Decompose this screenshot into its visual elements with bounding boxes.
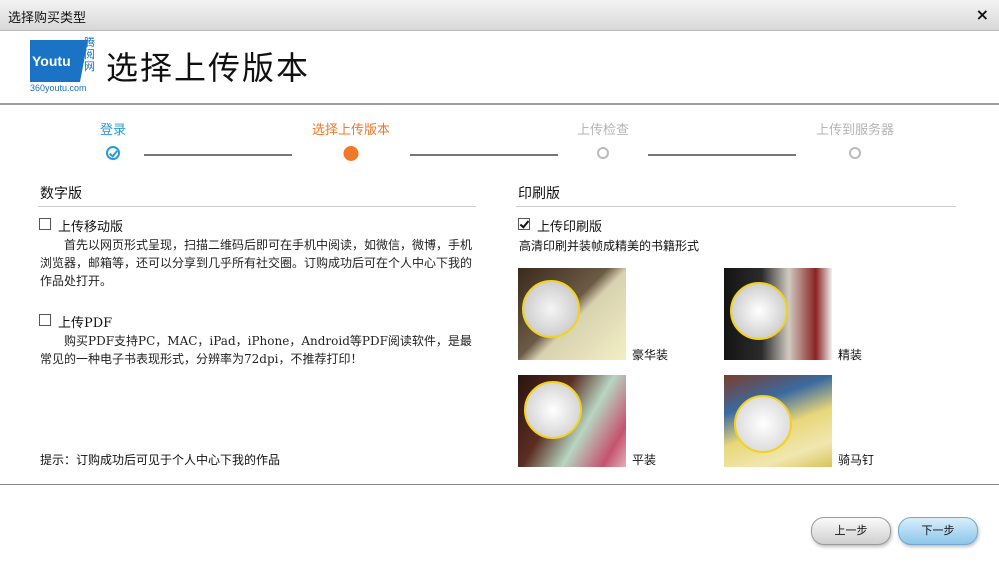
- hardcover-binding-label: 精装: [838, 348, 863, 362]
- footer-divider: [0, 484, 999, 485]
- zoom-ring: [730, 282, 788, 340]
- print-section-title: 印刷版: [518, 186, 560, 202]
- close-icon[interactable]: ×: [976, 5, 989, 24]
- step-pending-dot-icon: [597, 147, 609, 159]
- order-hint: 提示：订购成功后可见于个人中心下我的作品: [40, 453, 281, 467]
- logo-url: 360youtu.com: [30, 83, 87, 93]
- window-titlebar: 选择购买类型 ×: [0, 0, 999, 31]
- upload-mobile-checkbox[interactable]: [39, 218, 51, 230]
- page-title: 选择上传版本: [106, 49, 311, 87]
- previous-step-button[interactable]: 上一步: [811, 517, 891, 545]
- upload-pdf-checkbox[interactable]: [39, 314, 51, 326]
- print-section-divider: [516, 206, 956, 207]
- next-step-button[interactable]: 下一步: [898, 517, 978, 545]
- logo-badge: Youtu: [30, 40, 88, 82]
- zoom-ring: [734, 395, 792, 453]
- progress-steps: 登录 选择上传版本 上传检查 上传到服务器: [0, 110, 999, 170]
- upload-pdf-label[interactable]: 上传PDF: [58, 312, 112, 331]
- paperback-binding-image[interactable]: [518, 375, 626, 467]
- zoom-ring: [522, 280, 580, 338]
- hardcover-binding-image[interactable]: [724, 268, 832, 360]
- brand-logo: Youtu 腾阅网 360youtu.com: [30, 37, 100, 93]
- luxury-binding-image[interactable]: [518, 268, 626, 360]
- digital-section-divider: [38, 206, 476, 207]
- step-label-upload-server: 上传到服务器: [815, 123, 895, 138]
- upload-print-label[interactable]: 上传印刷版: [537, 216, 602, 235]
- step-pending-dot-icon: [849, 147, 861, 159]
- step-label-choose-version: 选择上传版本: [311, 123, 391, 138]
- upload-pdf-description: 购买PDF支持PC，MAC，iPad，iPhone，Android等PDF阅读软…: [40, 334, 472, 366]
- page-header: Youtu 腾阅网 360youtu.com 选择上传版本: [0, 31, 999, 105]
- step-done-check-icon: [106, 146, 120, 160]
- step-label-login: 登录: [99, 123, 127, 138]
- window-title: 选择购买类型: [8, 11, 87, 26]
- upload-mobile-label[interactable]: 上传移动版: [58, 216, 123, 235]
- step-connector: [648, 154, 796, 156]
- step-connector: [144, 154, 292, 156]
- step-connector: [410, 154, 558, 156]
- saddle-stitch-binding-label: 骑马钉: [838, 453, 875, 467]
- paperback-binding-label: 平装: [632, 453, 657, 467]
- upload-print-description: 高清印刷并装帧成精美的书籍形式: [519, 239, 700, 253]
- digital-section-title: 数字版: [40, 186, 82, 202]
- zoom-ring: [524, 381, 582, 439]
- upload-mobile-description: 首先以网页形式呈现，扫描二维码后即可在手机中阅读，如微信，微博，手机浏览器，邮箱…: [40, 238, 473, 288]
- logo-chinese-text: 腾阅网: [84, 36, 95, 73]
- upload-print-checkbox[interactable]: [518, 218, 530, 230]
- step-label-upload-check: 上传检查: [576, 123, 630, 138]
- saddle-stitch-binding-image[interactable]: [724, 375, 832, 467]
- step-active-dot-icon: [343, 146, 359, 161]
- luxury-binding-label: 豪华装: [632, 348, 669, 362]
